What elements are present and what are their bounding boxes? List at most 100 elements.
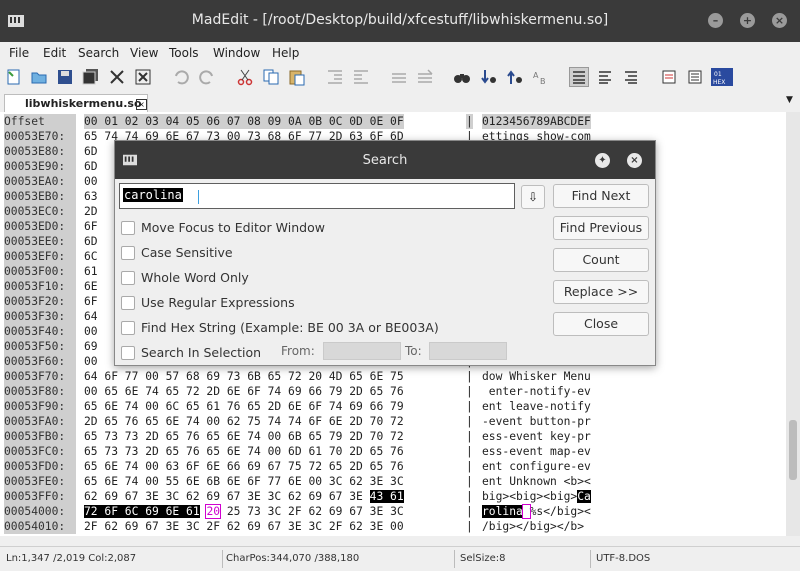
comment-icon[interactable] bbox=[390, 68, 408, 86]
search-history-button[interactable]: ⇩ bbox=[521, 185, 545, 209]
text-mode-icon[interactable] bbox=[569, 67, 589, 87]
ascii-text: ent Unknown <b>< bbox=[482, 475, 591, 488]
row-hex: 00 bbox=[84, 324, 98, 339]
redo-icon[interactable] bbox=[198, 68, 216, 86]
find-next-icon[interactable] bbox=[480, 68, 498, 86]
undo-icon[interactable] bbox=[172, 68, 190, 86]
checkbox[interactable] bbox=[121, 296, 135, 310]
hex-bytes: 6C bbox=[84, 250, 98, 263]
unindent-icon[interactable] bbox=[352, 68, 370, 86]
checkbox[interactable] bbox=[121, 346, 135, 360]
maximize-button[interactable]: + bbox=[740, 13, 755, 28]
checkbox[interactable] bbox=[121, 321, 135, 335]
row-ascii: rolina %s</big>< bbox=[482, 504, 591, 519]
ascii-text: big><big><big> bbox=[482, 490, 578, 503]
close-icon[interactable] bbox=[108, 68, 126, 86]
menu-window[interactable]: Window bbox=[213, 46, 260, 60]
row-hex: 2F 62 69 67 3E 3C 2F 62 69 67 3E 3C 2F 6… bbox=[84, 519, 404, 534]
to-field[interactable] bbox=[429, 342, 507, 360]
from-field[interactable] bbox=[323, 342, 401, 360]
ascii-text: dow Whisker Menu bbox=[482, 370, 591, 383]
minimize-button[interactable]: – bbox=[708, 13, 723, 28]
separator: | bbox=[466, 475, 473, 488]
hex-bytes: 6E bbox=[84, 280, 98, 293]
options-icon[interactable] bbox=[686, 68, 704, 86]
hex-bytes: 65 73 73 2D 65 76 65 6E 74 00 6D 61 70 2… bbox=[84, 445, 404, 458]
tab-close-icon[interactable]: × bbox=[136, 99, 147, 110]
checkbox[interactable] bbox=[121, 271, 135, 285]
row-hex: 65 73 73 2D 65 76 65 6E 74 00 6B 65 79 2… bbox=[84, 429, 404, 444]
row-offset: 00053ED0: bbox=[4, 219, 76, 234]
row-ascii: ess-event map-ev bbox=[482, 444, 591, 459]
open-file-icon[interactable] bbox=[30, 68, 48, 86]
menu-view[interactable]: View bbox=[130, 46, 158, 60]
arrow-down-icon: ⇩ bbox=[527, 190, 539, 204]
separator: | bbox=[466, 430, 473, 443]
row-offset: 00053F00: bbox=[4, 264, 76, 279]
wordwrap-icon[interactable] bbox=[660, 68, 678, 86]
find-next-button[interactable]: Find Next bbox=[553, 184, 649, 208]
replace-button[interactable]: Replace >> bbox=[553, 280, 649, 304]
search-input[interactable]: carolina bbox=[119, 183, 515, 209]
hex-mode-icon[interactable] bbox=[622, 68, 640, 86]
save-icon[interactable] bbox=[56, 68, 74, 86]
paste-icon[interactable] bbox=[288, 68, 306, 86]
close-dialog-button[interactable]: × bbox=[627, 153, 642, 168]
indent-icon[interactable] bbox=[326, 68, 344, 86]
pin-icon[interactable]: ✦ bbox=[595, 153, 610, 168]
vertical-scrollbar[interactable] bbox=[786, 112, 800, 536]
find-previous-button[interactable]: Find Previous bbox=[553, 216, 649, 240]
save-all-icon[interactable] bbox=[82, 68, 100, 86]
row-offset: 00053E90: bbox=[4, 159, 76, 174]
row-offset: 00053FF0: bbox=[4, 489, 76, 504]
hex-bytes: 6D bbox=[84, 160, 98, 173]
scrollbar-thumb[interactable] bbox=[789, 420, 797, 480]
toolbar: AB 01 HEX bbox=[0, 64, 800, 90]
ascii-text: ent configure-ev bbox=[482, 460, 591, 473]
copy-icon[interactable] bbox=[262, 68, 280, 86]
to-label: To: bbox=[405, 344, 422, 358]
row-offset: 00054000: bbox=[4, 504, 76, 519]
close-window-button[interactable]: × bbox=[772, 13, 787, 28]
row-ascii: -event button-pr bbox=[482, 414, 591, 429]
uncomment-icon[interactable] bbox=[416, 68, 434, 86]
menu-search[interactable]: Search bbox=[78, 46, 119, 60]
new-file-icon[interactable] bbox=[5, 68, 23, 86]
hex-view-icon[interactable]: 01HEX bbox=[711, 68, 733, 86]
cut-icon[interactable] bbox=[236, 68, 254, 86]
hex-bytes: 62 69 67 3E 3C 62 69 67 3E 3C 62 69 67 3… bbox=[84, 490, 370, 503]
row-offset: 00053F40: bbox=[4, 324, 76, 339]
close-all-icon[interactable] bbox=[134, 68, 152, 86]
find-previous-icon[interactable] bbox=[506, 68, 524, 86]
window-title: MadEdit - [/root/Desktop/build/xfcestuff… bbox=[191, 12, 609, 28]
count-button[interactable]: Count bbox=[553, 248, 649, 272]
replace-icon[interactable]: AB bbox=[532, 68, 550, 86]
separator: | bbox=[466, 385, 473, 398]
menu-tools[interactable]: Tools bbox=[169, 46, 199, 60]
hex-bytes: 65 6E 74 00 6C 65 61 76 65 2D 6E 6F 74 6… bbox=[84, 400, 404, 413]
row-hex: 64 6F 77 00 57 68 69 73 6B 65 72 20 4D 6… bbox=[84, 369, 404, 384]
selected-ascii: Ca bbox=[577, 490, 591, 503]
row-ascii: enter-notify-ev bbox=[482, 384, 591, 399]
tab-libwhiskermenu[interactable]: libwhiskermenu.so × bbox=[4, 94, 148, 113]
tab-list-dropdown-icon[interactable]: ▼ bbox=[786, 95, 793, 105]
row-offset: 00053EA0: bbox=[4, 174, 76, 189]
svg-text:A: A bbox=[533, 71, 539, 80]
checkbox[interactable] bbox=[121, 246, 135, 260]
menu-help[interactable]: Help bbox=[272, 46, 299, 60]
row-hex: 61 bbox=[84, 264, 98, 279]
checkbox[interactable] bbox=[121, 221, 135, 235]
find-icon[interactable] bbox=[453, 68, 471, 86]
row-offset: 00053FB0: bbox=[4, 429, 76, 444]
row-ascii: /big></big></b> bbox=[482, 519, 591, 534]
column-mode-icon[interactable] bbox=[596, 68, 614, 86]
menu-file[interactable]: File bbox=[9, 46, 29, 60]
hex-bytes: 2D 65 76 65 6E 74 00 62 75 74 74 6F 6E 2… bbox=[84, 415, 404, 428]
close-button[interactable]: Close bbox=[553, 312, 649, 336]
row-ascii: ent configure-ev bbox=[482, 459, 591, 474]
row-offset: 00053F60: bbox=[4, 354, 76, 369]
menu-edit[interactable]: Edit bbox=[43, 46, 66, 60]
search-dialog-titlebar: Search ✦ × bbox=[115, 141, 655, 179]
row-hex: 69 bbox=[84, 339, 98, 354]
row-hex: 6D bbox=[84, 234, 98, 249]
